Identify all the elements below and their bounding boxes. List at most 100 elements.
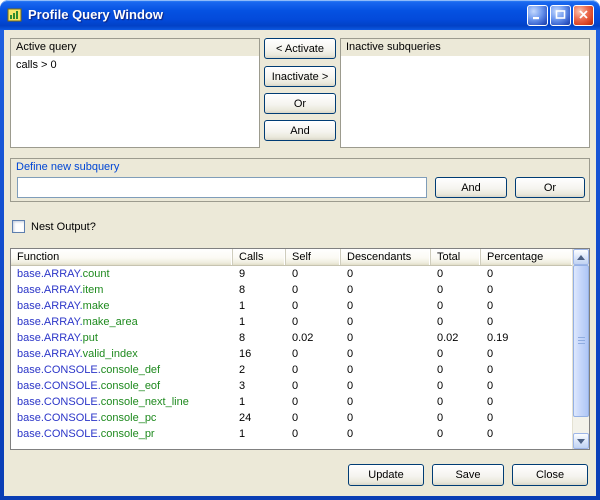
cell-self: 0 [286, 282, 341, 298]
function-text: make_area [83, 316, 138, 328]
or-transfer-button[interactable]: Or [264, 93, 336, 114]
cell-self: 0 [286, 298, 341, 314]
function-text: console_def [101, 364, 160, 376]
maximize-button[interactable] [550, 5, 571, 26]
column-header-total[interactable]: Total [431, 249, 481, 265]
cell-descendants: 0 [341, 266, 431, 282]
cell-calls: 1 [233, 314, 286, 330]
column-header-self[interactable]: Self [286, 249, 341, 265]
inactive-subqueries-label: Inactive subqueries [341, 39, 589, 56]
cell-total: 0 [431, 266, 481, 282]
cell-function: base.ARRAY.item [11, 282, 233, 298]
save-button[interactable]: Save [432, 464, 504, 486]
function-text: make [83, 300, 110, 312]
function-text: console_pc [101, 412, 157, 424]
function-text: base. [17, 396, 44, 408]
active-query-label: Active query [11, 39, 259, 56]
close-window-button[interactable]: Close [512, 464, 588, 486]
cell-function: base.CONSOLE.console_pr [11, 426, 233, 442]
cell-percentage: 0 [481, 410, 572, 426]
function-text: base. [17, 364, 44, 376]
nest-output-label: Nest Output? [31, 221, 96, 233]
table-row[interactable]: base.ARRAY.make_area10000 [11, 314, 572, 330]
column-header-function[interactable]: Function [11, 249, 233, 265]
cell-function: base.ARRAY.make_area [11, 314, 233, 330]
new-subquery-input[interactable] [17, 177, 427, 198]
cell-descendants: 0 [341, 330, 431, 346]
function-text: item [83, 284, 104, 296]
function-text: base. [17, 380, 44, 392]
cell-function: base.CONSOLE.console_def [11, 362, 233, 378]
table-row[interactable]: base.CONSOLE.console_eof30000 [11, 378, 572, 394]
cell-total: 0 [431, 282, 481, 298]
cell-function: base.CONSOLE.console_next_line [11, 394, 233, 410]
table-header: Function Calls Self Descendants Total Pe… [11, 249, 572, 266]
cell-total: 0 [431, 362, 481, 378]
table-row[interactable]: base.ARRAY.count90000 [11, 266, 572, 282]
cell-percentage: 0 [481, 394, 572, 410]
scroll-down-button[interactable] [573, 433, 589, 449]
function-text: base. [17, 332, 44, 344]
column-header-descendants[interactable]: Descendants [341, 249, 431, 265]
function-text: console_eof [101, 380, 160, 392]
and-transfer-button[interactable]: And [264, 120, 336, 141]
window-controls [527, 5, 594, 26]
cell-self: 0 [286, 314, 341, 330]
cell-self: 0 [286, 266, 341, 282]
table-row[interactable]: base.CONSOLE.console_next_line10000 [11, 394, 572, 410]
arrow-up-icon [577, 255, 585, 260]
scroll-thumb[interactable] [573, 265, 589, 417]
inactive-subqueries-list[interactable] [341, 56, 589, 147]
cell-total: 0 [431, 378, 481, 394]
vertical-scrollbar[interactable] [572, 249, 589, 449]
cell-function: base.ARRAY.valid_index [11, 346, 233, 362]
cell-self: 0 [286, 394, 341, 410]
active-query-item[interactable]: calls > 0 [11, 56, 259, 74]
update-button[interactable]: Update [348, 464, 424, 486]
nest-output-row: Nest Output? [12, 219, 96, 234]
cell-self: 0 [286, 362, 341, 378]
cell-descendants: 0 [341, 394, 431, 410]
table-row[interactable]: base.ARRAY.make10000 [11, 298, 572, 314]
function-text: ARRAY. [44, 268, 83, 280]
activate-button[interactable]: < Activate [264, 38, 336, 59]
title-bar[interactable]: Profile Query Window [0, 0, 600, 30]
column-header-percentage[interactable]: Percentage [481, 249, 572, 265]
function-text: base. [17, 412, 44, 424]
table-row[interactable]: base.ARRAY.valid_index160000 [11, 346, 572, 362]
active-query-list[interactable]: calls > 0 [11, 56, 259, 147]
cell-calls: 24 [233, 410, 286, 426]
cell-function: base.CONSOLE.console_pc [11, 410, 233, 426]
table-row[interactable]: base.CONSOLE.console_pr10000 [11, 426, 572, 442]
function-text: base. [17, 316, 44, 328]
scroll-up-button[interactable] [573, 249, 589, 265]
and-button[interactable]: And [435, 177, 507, 198]
or-button[interactable]: Or [515, 177, 585, 198]
cell-self: 0 [286, 346, 341, 362]
function-text: CONSOLE. [44, 428, 101, 440]
table-row[interactable]: base.CONSOLE.console_pc240000 [11, 410, 572, 426]
minimize-button[interactable] [527, 5, 548, 26]
table-row[interactable]: base.CONSOLE.console_def20000 [11, 362, 572, 378]
close-button[interactable] [573, 5, 594, 26]
table-row[interactable]: base.ARRAY.item80000 [11, 282, 572, 298]
table-body: base.ARRAY.count90000base.ARRAY.item8000… [11, 266, 572, 449]
cell-percentage: 0 [481, 266, 572, 282]
nest-output-checkbox[interactable] [12, 220, 25, 233]
cell-calls: 3 [233, 378, 286, 394]
maximize-icon [555, 8, 566, 23]
cell-self: 0 [286, 426, 341, 442]
cell-calls: 1 [233, 298, 286, 314]
cell-function: base.ARRAY.count [11, 266, 233, 282]
column-header-calls[interactable]: Calls [233, 249, 286, 265]
cell-self: 0.02 [286, 330, 341, 346]
table-row[interactable]: base.ARRAY.put80.0200.020.19 [11, 330, 572, 346]
cell-total: 0.02 [431, 330, 481, 346]
cell-descendants: 0 [341, 362, 431, 378]
cell-descendants: 0 [341, 346, 431, 362]
function-text: base. [17, 300, 44, 312]
inactivate-button[interactable]: Inactivate > [264, 66, 336, 87]
cell-descendants: 0 [341, 410, 431, 426]
cell-percentage: 0 [481, 314, 572, 330]
app-icon [7, 7, 23, 23]
